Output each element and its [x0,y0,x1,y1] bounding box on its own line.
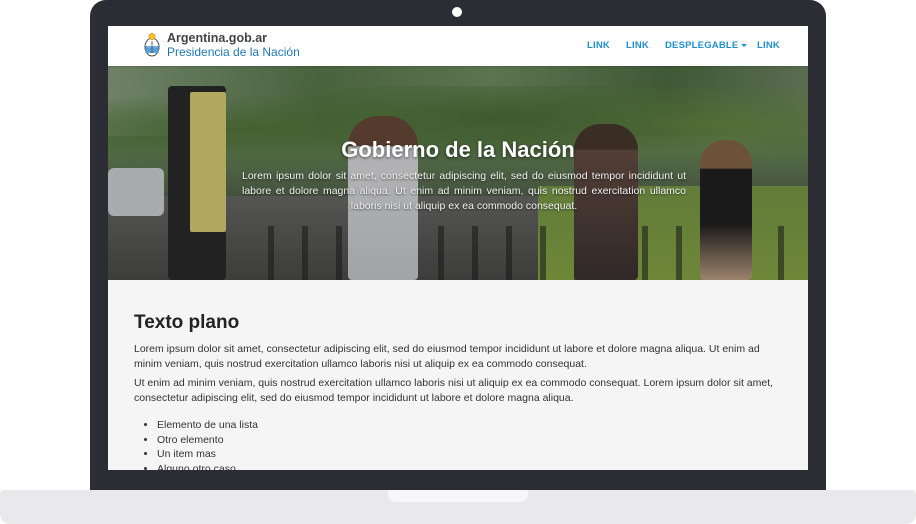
nav-link-3[interactable]: LINK [757,40,780,51]
caret-down-icon [741,43,748,47]
list-item: Otro elemento [157,433,258,448]
brand-subtitle[interactable]: Presidencia de la Nación [167,45,300,59]
hero-lead: Lorem ipsum dolor sit amet, consectetur … [242,170,686,212]
brand-name[interactable]: Argentina.gob.ar [167,31,267,45]
paragraph: Lorem ipsum dolor sit amet, consectetur … [134,343,760,370]
argentina-coat-of-arms-icon[interactable] [144,32,160,58]
browser-screen: Argentina.gob.ar Presidencia de la Nació… [108,26,808,470]
nav-link-1[interactable]: LINK [587,40,610,51]
hero-banner: Gobierno de la Nación Lorem ipsum dolor … [108,66,808,280]
nav-dropdown-label: DESPLEGABLE [665,40,739,51]
navbar: Argentina.gob.ar Presidencia de la Nació… [108,26,808,66]
list-item: Alguno otro caso [157,462,258,471]
laptop-notch [388,490,528,502]
hero-title: Gobierno de la Nación [341,137,575,162]
bullet-list: Elemento de una lista Otro elemento Un i… [134,418,258,470]
list-item: Un item mas [157,447,258,462]
camera-icon [452,7,462,17]
section-title: Texto plano [134,312,240,333]
list-item: Elemento de una lista [157,418,258,433]
nav-link-2[interactable]: LINK [626,40,649,51]
paragraph: Ut enim ad minim veniam, quis nostrud ex… [134,377,774,404]
nav-dropdown[interactable]: DESPLEGABLE [665,40,748,51]
